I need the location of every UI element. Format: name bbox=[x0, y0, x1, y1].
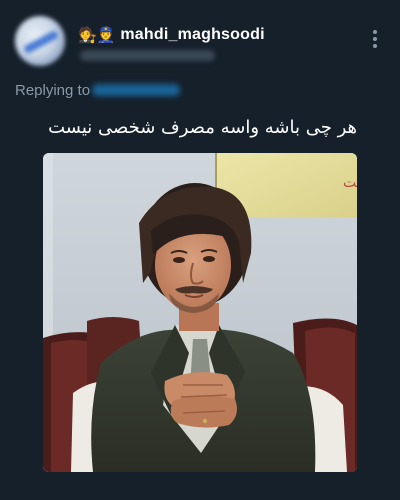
more-vertical-icon[interactable] bbox=[372, 30, 378, 48]
more-dot bbox=[373, 30, 377, 34]
avatar-stripe bbox=[23, 30, 59, 54]
replying-to-label: Replying to bbox=[15, 82, 91, 99]
more-dot bbox=[373, 37, 377, 41]
media-sign-text: متم دیده است bbox=[343, 175, 357, 191]
author-display-name[interactable]: mahdi_maghsoodi bbox=[120, 26, 264, 44]
replying-to-handle-redacted[interactable] bbox=[92, 84, 180, 96]
author-name-row[interactable]: 🧑‍⚖️👮 mahdi_maghsoodi bbox=[78, 26, 265, 44]
media-illustration: متم دیده است bbox=[43, 153, 357, 472]
tweet: 🧑‍⚖️👮 mahdi_maghsoodi Replying to هر چی … bbox=[0, 0, 400, 500]
author-handle-redacted bbox=[80, 50, 215, 61]
more-dot bbox=[373, 44, 377, 48]
author-emoji: 🧑‍⚖️👮 bbox=[78, 26, 116, 44]
tweet-media-image[interactable]: متم دیده است bbox=[43, 153, 357, 472]
avatar[interactable] bbox=[15, 16, 65, 66]
